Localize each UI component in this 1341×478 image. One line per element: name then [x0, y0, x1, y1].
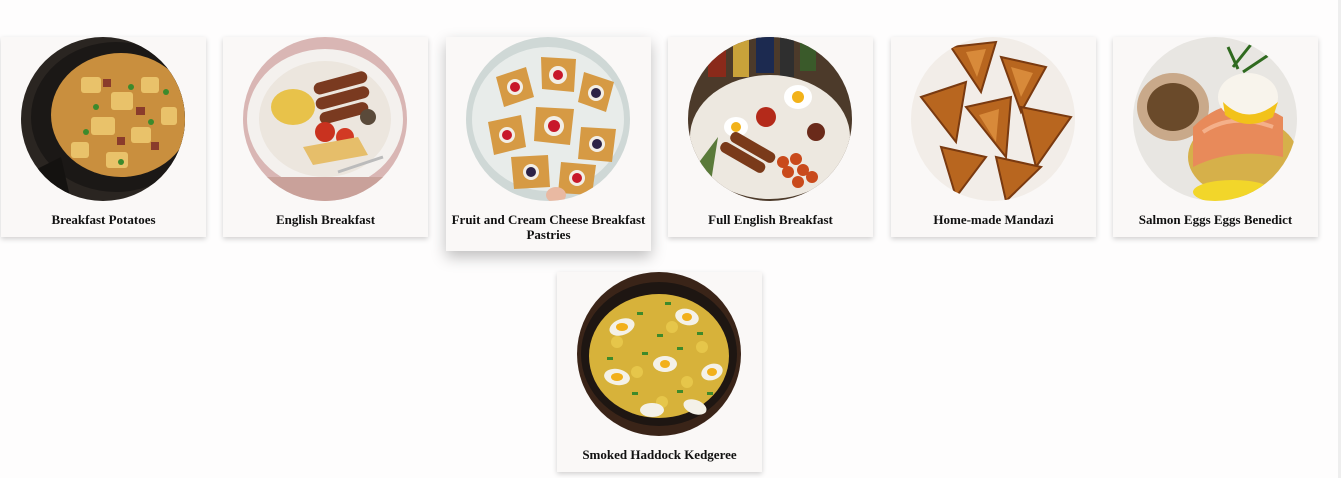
recipe-title[interactable]: Breakfast Potatoes	[5, 212, 202, 227]
recipe-title[interactable]: Full English Breakfast	[672, 212, 869, 227]
recipe-title[interactable]: English Breakfast	[227, 212, 424, 227]
recipe-card-fruit-cream-cheese-pastries[interactable]: Fruit and Cream Cheese Breakfast Pastrie…	[446, 37, 651, 251]
recipe-image-home-made-mandazi[interactable]	[911, 37, 1075, 201]
recipe-title[interactable]: Home-made Mandazi	[895, 212, 1092, 227]
recipe-image-english-breakfast[interactable]	[243, 37, 407, 201]
recipe-image-smoked-haddock-kedgeree[interactable]	[577, 272, 741, 436]
recipe-card-salmon-eggs-benedict[interactable]: Salmon Eggs Eggs Benedict	[1113, 37, 1318, 237]
recipe-image-full-english-breakfast[interactable]	[688, 37, 852, 201]
recipe-image-salmon-eggs-benedict[interactable]	[1133, 37, 1297, 201]
recipe-title[interactable]: Salmon Eggs Eggs Benedict	[1117, 212, 1314, 227]
recipe-card-home-made-mandazi[interactable]: Home-made Mandazi	[891, 37, 1096, 237]
recipe-card-full-english-breakfast[interactable]: Full English Breakfast	[668, 37, 873, 237]
recipe-title[interactable]: Fruit and Cream Cheese Breakfast Pastrie…	[450, 212, 647, 242]
recipe-card-breakfast-potatoes[interactable]: Breakfast Potatoes	[1, 37, 206, 237]
recipe-title[interactable]: Smoked Haddock Kedgeree	[561, 447, 758, 462]
recipe-image-breakfast-potatoes[interactable]	[21, 37, 185, 201]
recipe-card-smoked-haddock-kedgeree[interactable]: Smoked Haddock Kedgeree	[557, 272, 762, 472]
recipe-card-english-breakfast[interactable]: English Breakfast	[223, 37, 428, 237]
recipe-gallery-page: Breakfast Potatoes English Breakfast Fru…	[0, 0, 1341, 478]
recipe-image-fruit-cream-cheese-pastries[interactable]	[466, 37, 630, 201]
